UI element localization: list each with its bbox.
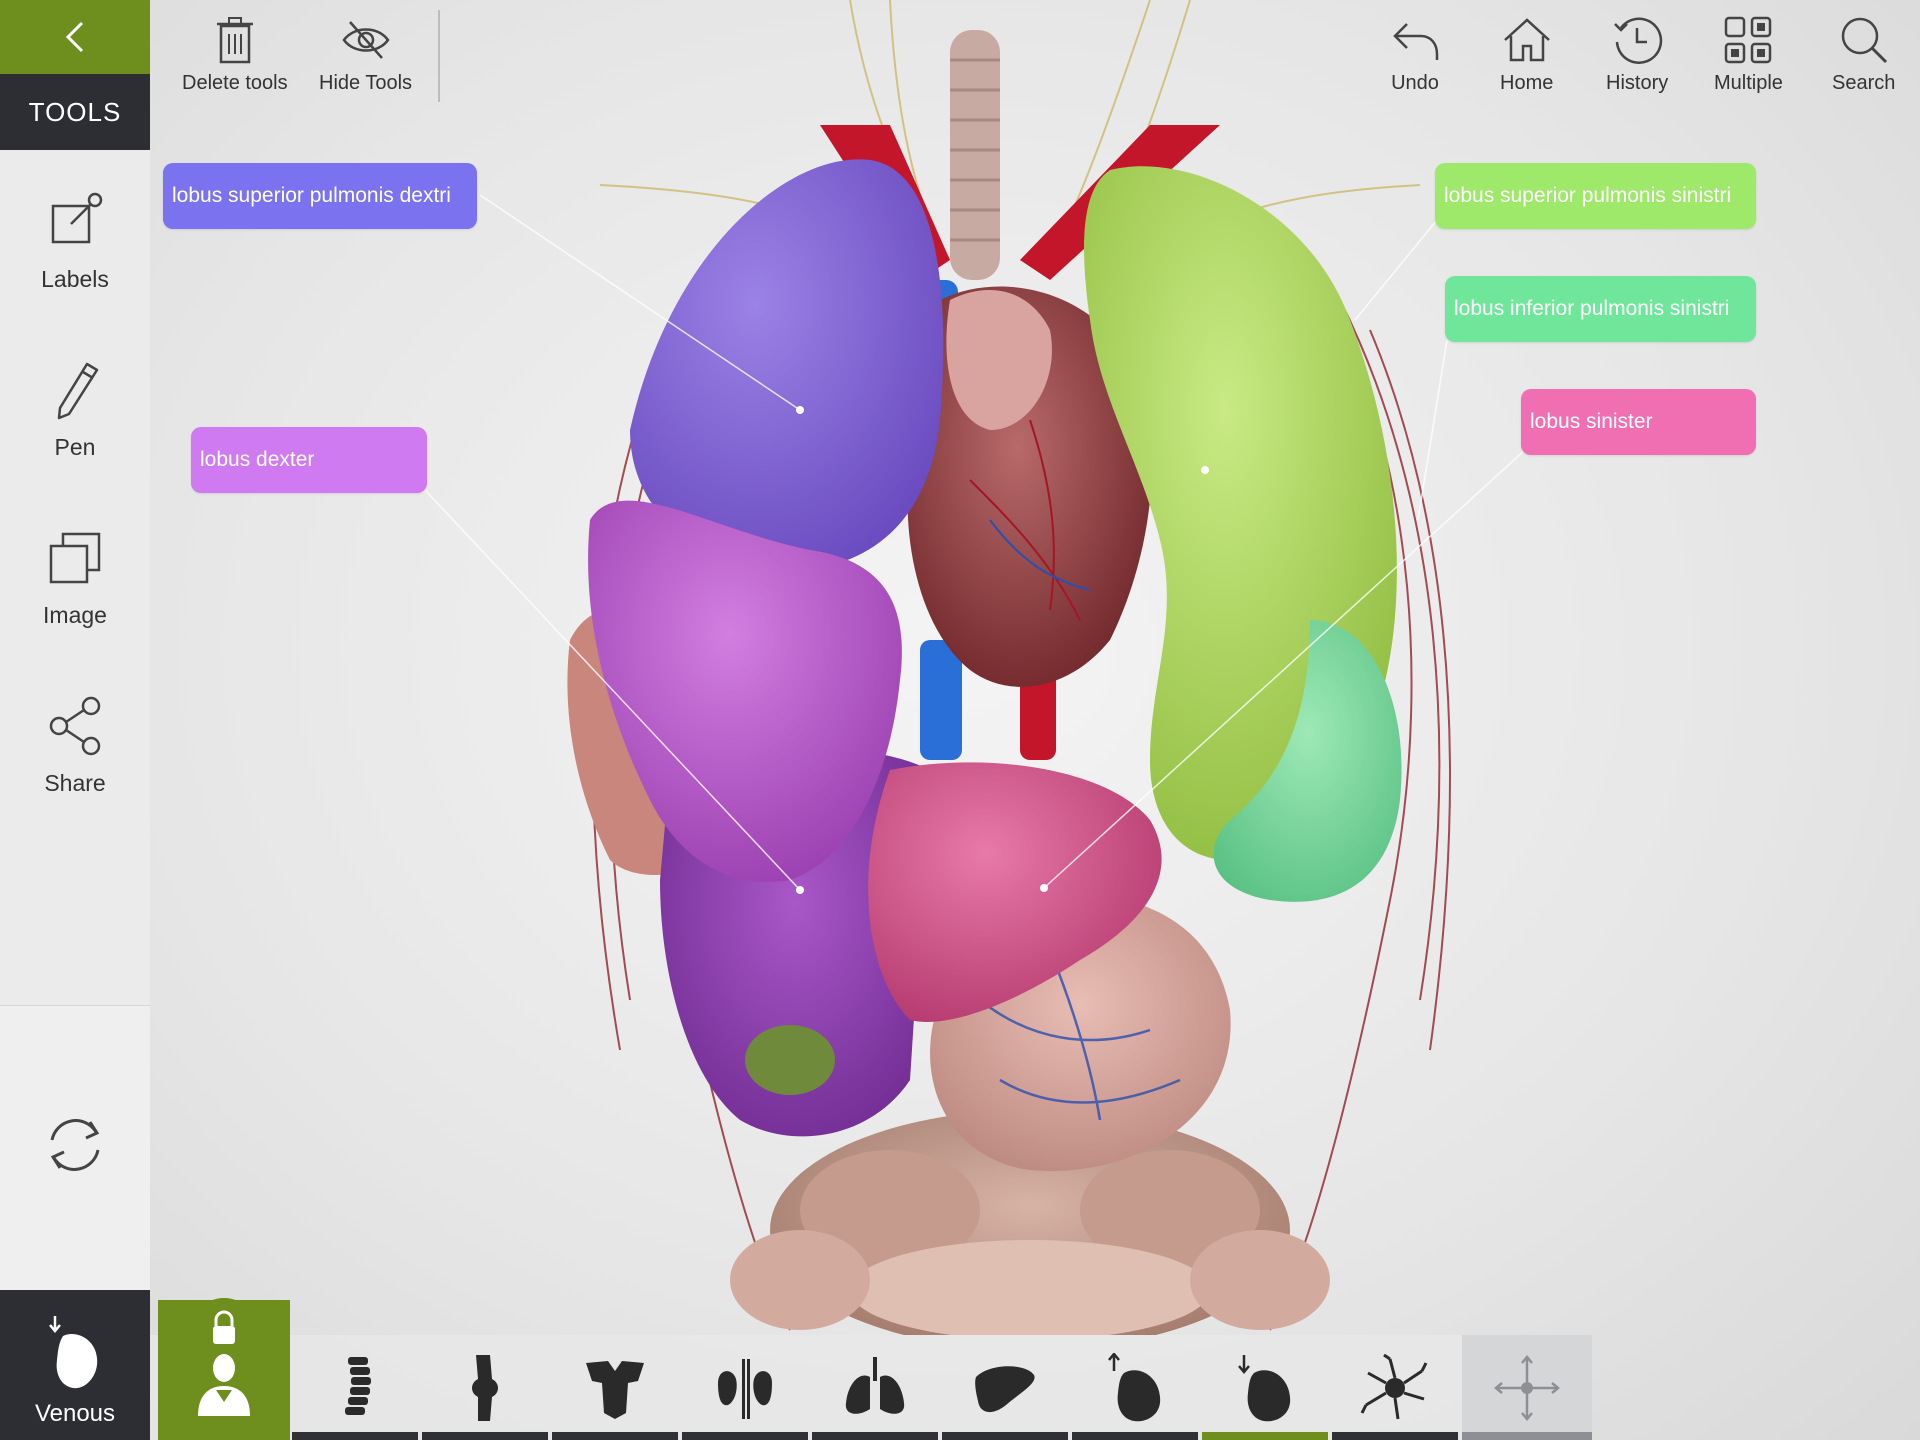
kidneys-icon: [718, 1358, 772, 1419]
pen-tool-button[interactable]: Pen: [0, 358, 150, 498]
liver-icon: [975, 1365, 1035, 1412]
labels-tool-label: Labels: [41, 266, 109, 292]
labels-icon: [51, 192, 103, 244]
image-tool-button[interactable]: Image: [0, 526, 150, 666]
venous-system-button[interactable]: Venous: [0, 1290, 150, 1440]
undo-label: Undo: [1391, 72, 1439, 94]
respiratory-system-button[interactable]: [812, 1335, 938, 1440]
muscles-icon: [586, 1360, 644, 1419]
undo-icon: [1393, 23, 1439, 60]
history-icon: [1614, 17, 1663, 64]
knee-joint-icon: [472, 1354, 498, 1421]
labels-tool-button[interactable]: Labels: [0, 190, 150, 330]
tools-header: TOOLS: [0, 74, 150, 150]
delete-tools-button[interactable]: Delete tools: [182, 14, 288, 95]
move-icon: [1494, 1354, 1560, 1421]
hide-tools-button[interactable]: Hide Tools: [319, 14, 412, 95]
pen-icon: [57, 362, 99, 420]
respiratory-system-underline: [812, 1432, 938, 1440]
share-icon: [49, 696, 101, 756]
share-tool-label: Share: [44, 770, 106, 796]
venous-system-underline: [1202, 1432, 1328, 1440]
arterial-heart-icon: [1108, 1352, 1161, 1421]
digestive-system-button[interactable]: [942, 1335, 1068, 1440]
spine-icon: [345, 1356, 371, 1415]
urinary-system-button[interactable]: [682, 1335, 808, 1440]
history-button[interactable]: History: [1606, 14, 1668, 95]
arterial-system-button[interactable]: [1072, 1335, 1198, 1440]
move-tool-underline: [1462, 1432, 1592, 1440]
undo-button[interactable]: Undo: [1389, 14, 1441, 95]
label-lobus-inferior-pulmonis-sinistri[interactable]: lobus inferior pulmonis sinistri: [1445, 276, 1756, 342]
search-button[interactable]: Search: [1832, 14, 1895, 95]
share-tool-button[interactable]: Share: [0, 694, 150, 834]
urinary-system-underline: [682, 1432, 808, 1440]
hide-tools-label: Hide Tools: [319, 72, 413, 94]
joints-system-button[interactable]: [422, 1335, 548, 1440]
eye-slash-icon: [341, 21, 390, 59]
nervous-system-underline: [1332, 1432, 1458, 1440]
reset-rotate-icon[interactable]: [40, 1110, 110, 1180]
joints-system-underline: [422, 1432, 548, 1440]
multiple-label: Multiple: [1714, 72, 1783, 94]
venous-system-bar-button[interactable]: [1202, 1335, 1328, 1440]
delete-tools-label: Delete tools: [182, 72, 288, 94]
search-label: Search: [1832, 72, 1896, 94]
grid-icon: [1725, 16, 1772, 64]
venous-system-label: Venous: [34, 1400, 116, 1427]
venous-heart-icon: [1238, 1354, 1291, 1421]
venous-heart-icon: [49, 1316, 98, 1389]
home-label: Home: [1500, 72, 1554, 94]
chevron-left-icon: [65, 21, 84, 53]
digestive-system-underline: [942, 1432, 1068, 1440]
skeletal-system-underline: [292, 1432, 418, 1440]
search-icon: [1841, 17, 1887, 64]
label-lobus-superior-pulmonis-dextri[interactable]: lobus superior pulmonis dextri: [163, 163, 477, 229]
home-button[interactable]: Home: [1500, 14, 1553, 95]
muscular-system-underline: [552, 1432, 678, 1440]
lock-icon: [213, 1310, 235, 1344]
multiple-button[interactable]: Multiple: [1714, 14, 1783, 95]
history-label: History: [1606, 72, 1669, 94]
lungs-icon: [845, 1356, 905, 1414]
muscular-system-button[interactable]: [552, 1335, 678, 1440]
trash-icon: [216, 17, 253, 64]
label-lobus-dexter[interactable]: lobus dexter: [191, 427, 427, 493]
nervous-system-button[interactable]: [1332, 1335, 1458, 1440]
back-button[interactable]: [0, 0, 150, 74]
pen-tool-label: Pen: [54, 434, 96, 460]
label-lobus-sinister[interactable]: lobus sinister: [1521, 389, 1756, 455]
image-icon: [49, 532, 101, 584]
image-tool-label: Image: [43, 602, 107, 628]
skeletal-system-button[interactable]: [292, 1335, 418, 1440]
label-lobus-superior-pulmonis-sinistri[interactable]: lobus superior pulmonis sinistri: [1435, 163, 1756, 229]
home-icon: [1503, 18, 1550, 62]
lock-person-icon: [198, 1354, 250, 1416]
neuron-icon: [1360, 1353, 1428, 1419]
move-tool-button[interactable]: [1462, 1335, 1592, 1440]
arterial-system-underline: [1072, 1432, 1198, 1440]
toolbar-divider: [438, 10, 440, 102]
